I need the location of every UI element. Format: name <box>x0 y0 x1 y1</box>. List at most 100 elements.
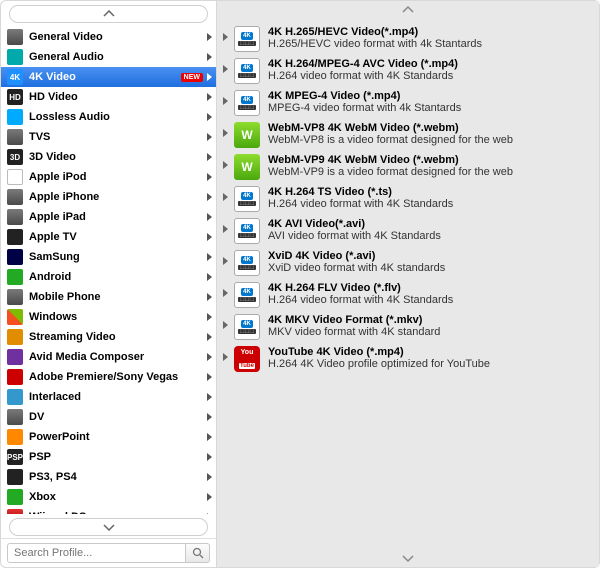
chevron-right-icon <box>223 193 228 201</box>
category-label: HD Video <box>29 91 203 103</box>
chevron-right-icon <box>207 373 212 381</box>
category-item[interactable]: TVS <box>1 127 216 147</box>
hd-badge-icon: HD <box>7 89 23 105</box>
category-item[interactable]: Lossless Audio <box>1 107 216 127</box>
scroll-up-button[interactable] <box>9 5 208 23</box>
format-item[interactable]: 4K⬚⬚⬚4K AVI Video(*.avi)AVI video format… <box>217 215 599 247</box>
format-item[interactable]: 4K⬚⬚⬚4K MKV Video Format (*.mkv)MKV vide… <box>217 311 599 343</box>
format-desc: WebM-VP9 is a video format designed for … <box>268 166 591 178</box>
category-item[interactable]: PS3, PS4 <box>1 467 216 487</box>
category-item[interactable]: Windows <box>1 307 216 327</box>
category-label: 4K Video <box>29 71 177 83</box>
format-item[interactable]: 4K⬚⬚⬚ 4K MPEG-4 Video (*.mp4)MPEG-4 video… <box>217 87 599 119</box>
format-text: 4K MPEG-4 Video (*.mp4)MPEG-4 video form… <box>268 90 591 114</box>
chevron-right-icon <box>207 493 212 501</box>
search-input[interactable] <box>7 543 186 563</box>
format-name: YouTube 4K Video (*.mp4) <box>268 346 591 358</box>
samsung-icon <box>7 249 23 265</box>
category-label: TVS <box>29 131 203 143</box>
category-item[interactable]: Streaming Video <box>1 327 216 347</box>
category-item[interactable]: Interlaced <box>1 387 216 407</box>
xbox-icon <box>7 489 23 505</box>
category-item[interactable]: 4K4K VideoNEW <box>1 67 216 87</box>
category-item[interactable]: Apple iPad <box>1 207 216 227</box>
chevron-right-icon <box>207 53 212 61</box>
category-label: Adobe Premiere/Sony Vegas <box>29 371 203 383</box>
category-item[interactable]: Apple iPhone <box>1 187 216 207</box>
category-item[interactable]: HD HD Video <box>1 87 216 107</box>
3d-badge-icon: 3D <box>7 149 23 165</box>
4k-mp4-icon: 4K⬚⬚⬚ <box>234 58 260 84</box>
chevron-right-icon <box>207 393 212 401</box>
format-text: 4K H.264 FLV Video (*.flv)H.264 video fo… <box>268 282 591 306</box>
4k-avi-icon: 4K⬚⬚⬚ <box>234 218 260 244</box>
format-item[interactable]: 4K⬚⬚⬚4K H.264 FLV Video (*.flv)H.264 vid… <box>217 279 599 311</box>
category-item[interactable]: Wii and DS <box>1 507 216 514</box>
chevron-right-icon <box>207 313 212 321</box>
format-item[interactable]: WebM-VP9 4K WebM Video (*.webm)WebM-VP9 … <box>217 151 599 183</box>
psp-icon: PSP <box>7 449 23 465</box>
ipod-icon <box>7 169 23 185</box>
category-item[interactable]: PowerPoint <box>1 427 216 447</box>
chevron-right-icon <box>207 133 212 141</box>
scroll-up-button[interactable] <box>217 1 599 19</box>
category-item[interactable]: Apple iPod <box>1 167 216 187</box>
4k-mkv-icon: 4K⬚⬚⬚ <box>234 314 260 340</box>
format-item[interactable]: 4K⬚⬚⬚ 4K H.265/HEVC Video(*.mp4)H.265/HEV… <box>217 23 599 55</box>
format-text: WebM-VP8 4K WebM Video (*.webm)WebM-VP8 … <box>268 122 591 146</box>
search-button[interactable] <box>186 543 210 563</box>
format-list: 4K⬚⬚⬚ 4K H.265/HEVC Video(*.mp4)H.265/HEV… <box>217 19 599 549</box>
scroll-down-button[interactable] <box>217 549 599 567</box>
format-item[interactable]: WebM-VP8 4K WebM Video (*.webm)WebM-VP8 … <box>217 119 599 151</box>
format-desc: MPEG-4 video format with 4k Stantards <box>268 102 591 114</box>
format-name: 4K H.265/HEVC Video(*.mp4) <box>268 26 591 38</box>
chevron-right-icon <box>207 213 212 221</box>
category-item[interactable]: 3D3D Video <box>1 147 216 167</box>
format-desc: MKV video format with 4K standard <box>268 326 591 338</box>
category-item[interactable]: General Audio <box>1 47 216 67</box>
4k-mp4-icon: 4K⬚⬚⬚ <box>234 90 260 116</box>
category-label: SamSung <box>29 251 203 263</box>
format-item[interactable]: YouTube 4K Video (*.mp4)H.264 4K Video p… <box>217 343 599 375</box>
category-item[interactable]: DV <box>1 407 216 427</box>
4k-ts-icon: 4K⬚⬚⬚ <box>234 186 260 212</box>
category-item[interactable]: Android <box>1 267 216 287</box>
format-desc: H.264 video format with 4K Standards <box>268 294 591 306</box>
chevron-right-icon <box>207 33 212 41</box>
4k-badge-icon: 4K <box>7 69 23 85</box>
chevron-right-icon <box>207 333 212 341</box>
category-item[interactable]: Apple TV <box>1 227 216 247</box>
4k-avi-icon: 4K⬚⬚⬚ <box>234 250 260 276</box>
format-name: 4K AVI Video(*.avi) <box>268 218 591 230</box>
chevron-right-icon <box>207 413 212 421</box>
format-item[interactable]: 4K⬚⬚⬚XviD 4K Video (*.avi)XviD video for… <box>217 247 599 279</box>
format-item[interactable]: 4K⬚⬚⬚ 4K H.264/MPEG-4 AVC Video (*.mp4)H.… <box>217 55 599 87</box>
category-item[interactable]: SamSung <box>1 247 216 267</box>
category-label: Wii and DS <box>29 511 203 514</box>
4k-mp4-icon: 4K⬚⬚⬚ <box>234 26 260 52</box>
category-label: Apple TV <box>29 231 203 243</box>
chevron-right-icon <box>207 353 212 361</box>
category-item[interactable]: Adobe Premiere/Sony Vegas <box>1 367 216 387</box>
format-desc: H.264 4K Video profile optimized for You… <box>268 358 591 370</box>
format-text: 4K H.265/HEVC Video(*.mp4)H.265/HEVC vid… <box>268 26 591 50</box>
format-desc: H.265/HEVC video format with 4k Stantard… <box>268 38 591 50</box>
chevron-right-icon <box>207 453 212 461</box>
category-item[interactable]: General Video <box>1 27 216 47</box>
category-item[interactable]: Xbox <box>1 487 216 507</box>
dv-camera-icon <box>7 409 23 425</box>
search-row <box>1 538 216 567</box>
chevron-up-icon <box>402 6 414 14</box>
chevron-right-icon <box>207 473 212 481</box>
format-text: 4K H.264/MPEG-4 AVC Video (*.mp4)H.264 v… <box>268 58 591 82</box>
category-item[interactable]: Avid Media Composer <box>1 347 216 367</box>
category-item[interactable]: PSPPSP <box>1 447 216 467</box>
chevron-right-icon <box>223 161 228 169</box>
chevron-right-icon <box>223 353 228 361</box>
webm-icon <box>234 122 260 148</box>
category-item[interactable]: Mobile Phone <box>1 287 216 307</box>
format-name: WebM-VP8 4K WebM Video (*.webm) <box>268 122 591 134</box>
scroll-down-button[interactable] <box>9 518 208 536</box>
format-item[interactable]: 4K⬚⬚⬚4K H.264 TS Video (*.ts)H.264 video… <box>217 183 599 215</box>
chevron-right-icon <box>223 289 228 297</box>
